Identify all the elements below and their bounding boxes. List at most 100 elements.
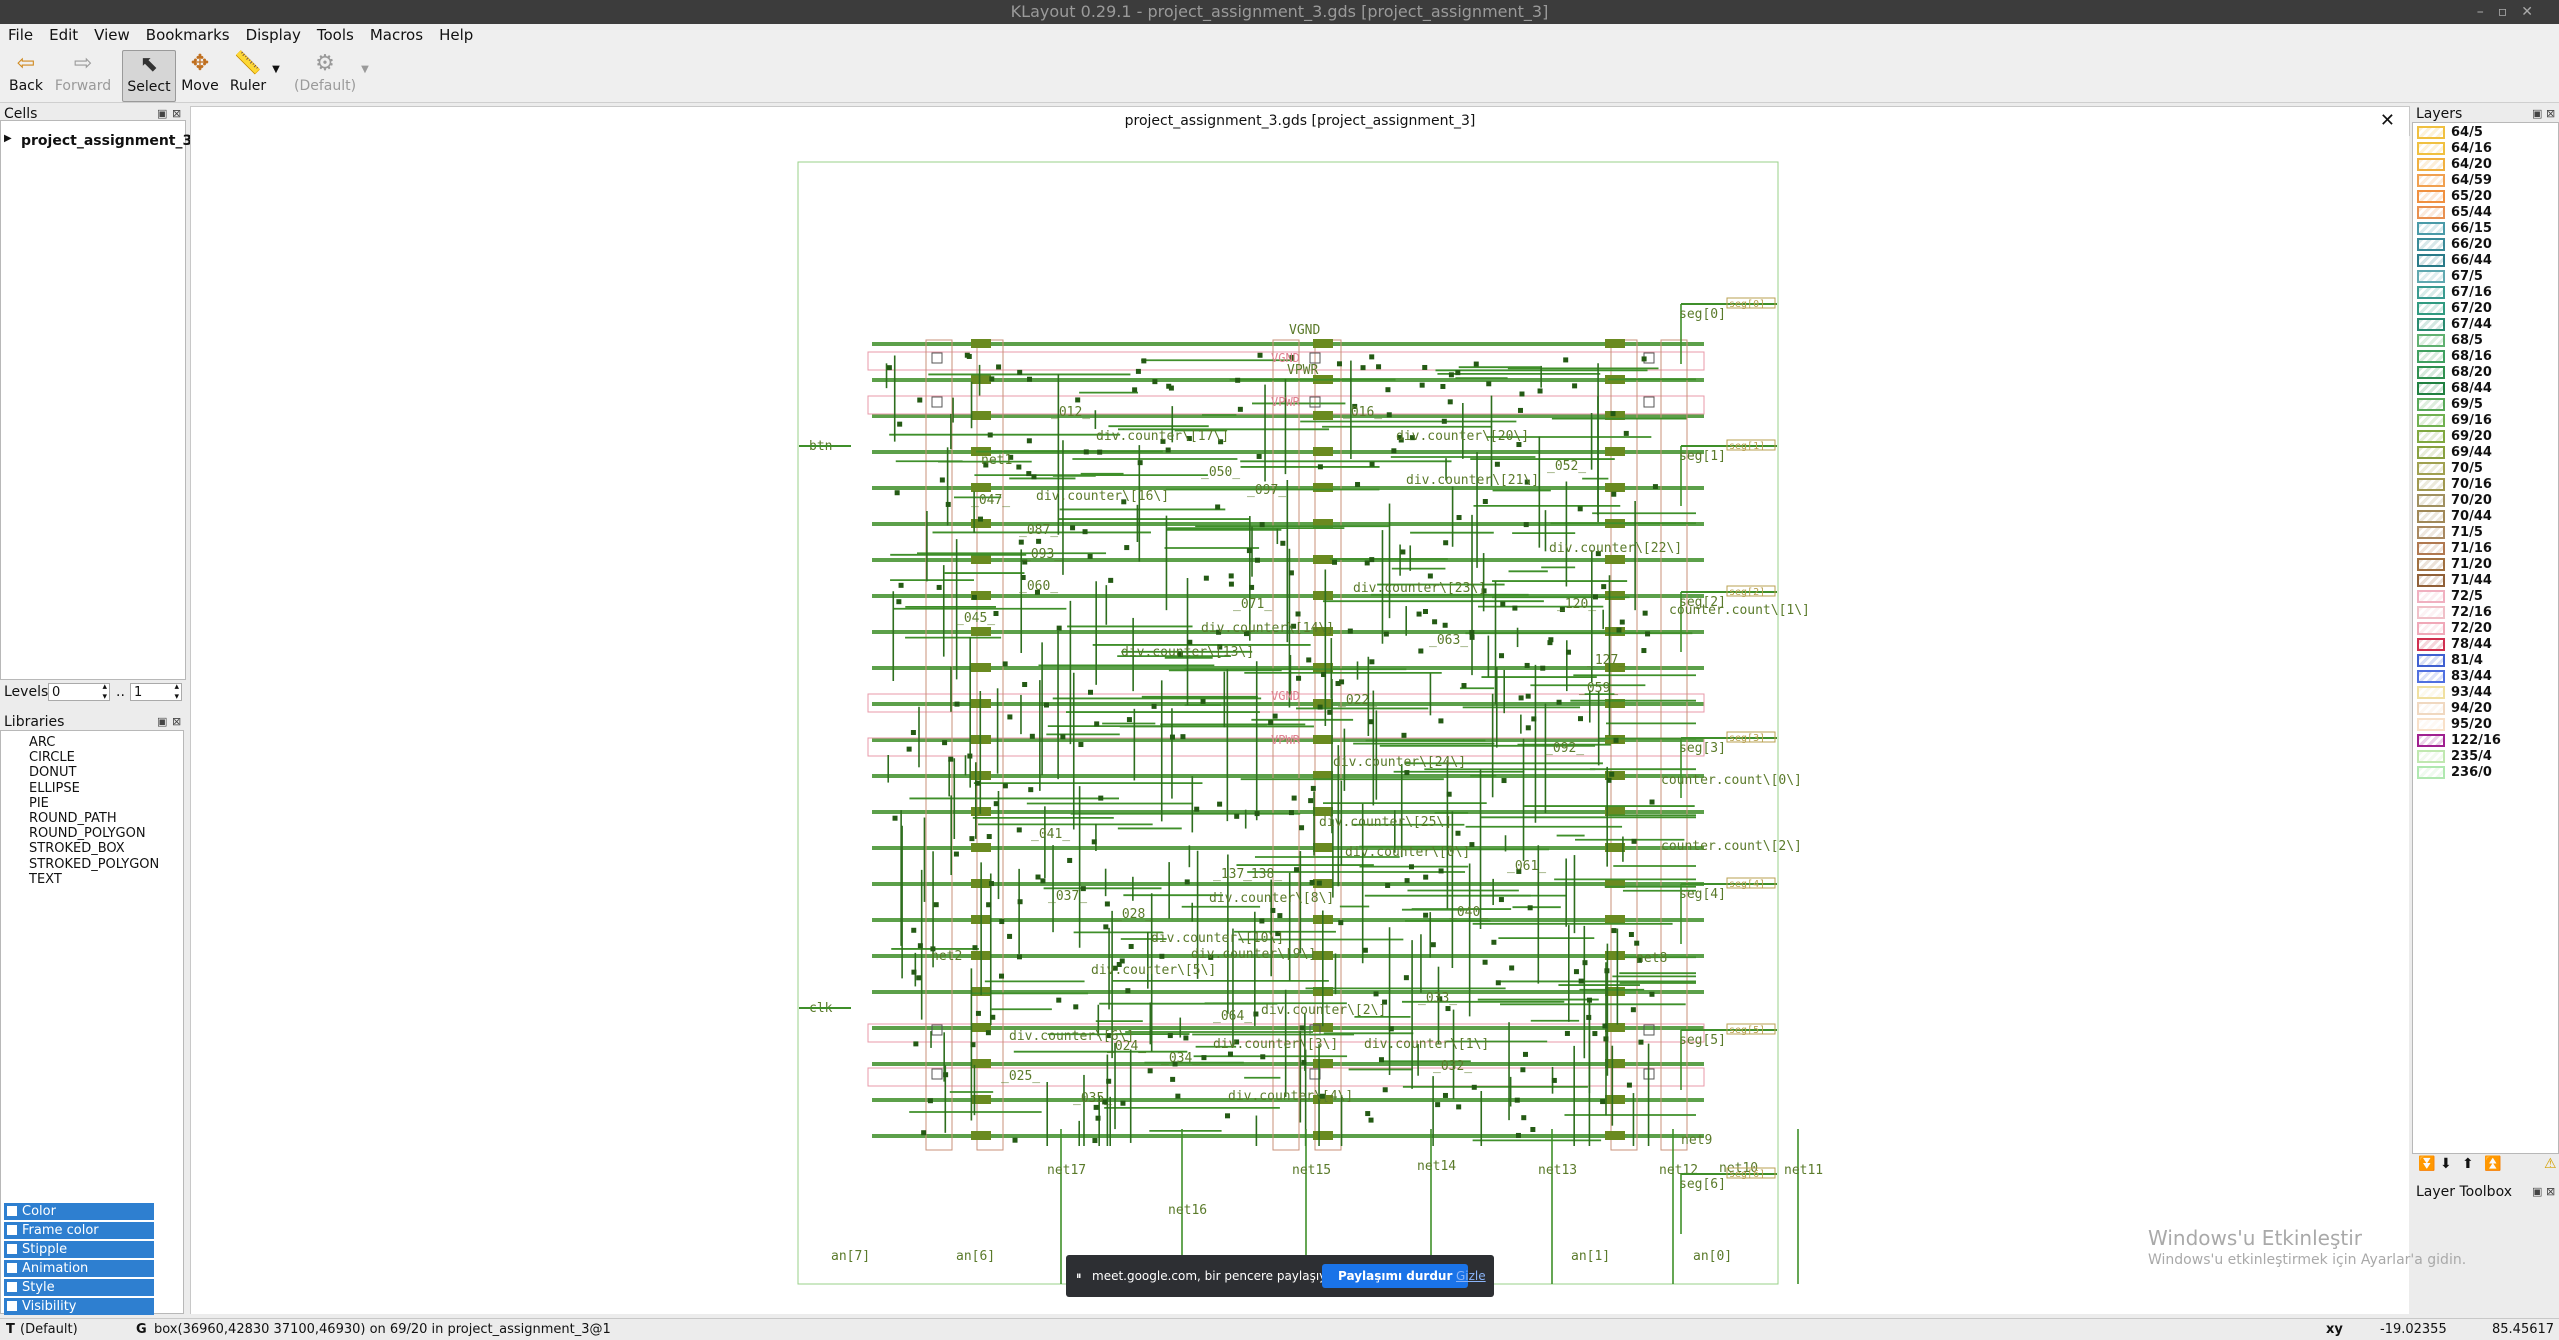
expand-arrow-icon[interactable]: ▶ xyxy=(4,133,12,144)
close-panel-icon[interactable]: ⊠ xyxy=(2546,1185,2555,1198)
layer-row[interactable]: 69/5 xyxy=(2417,397,2547,413)
layer-row[interactable]: 68/16 xyxy=(2417,349,2547,365)
menu-bookmarks[interactable]: Bookmarks xyxy=(138,24,238,46)
layer-row[interactable]: 71/20 xyxy=(2417,557,2547,573)
spinner-arrows-icon[interactable]: ▴ ▾ xyxy=(174,682,179,702)
close-panel-icon[interactable]: ⊠ xyxy=(172,715,181,728)
window-controls[interactable]: –▫✕ xyxy=(2477,0,2547,24)
layer-row[interactable]: 64/59 xyxy=(2417,173,2547,189)
cells-tree[interactable]: ▶ project_assignment_3 xyxy=(0,120,192,680)
back-button[interactable]: ⇦ Back xyxy=(2,50,50,100)
toolbox-style[interactable]: Style xyxy=(4,1279,154,1296)
move-up-icon[interactable]: ⏫ xyxy=(2484,1156,2501,1172)
float-panel-icon[interactable]: ▣ xyxy=(157,107,167,120)
levels-to-input[interactable]: 1 ▴ ▾ xyxy=(130,682,182,702)
layer-row[interactable]: 67/16 xyxy=(2417,285,2547,301)
library-item[interactable]: TEXT xyxy=(1,872,183,887)
via xyxy=(897,421,903,427)
layer-row[interactable]: 70/44 xyxy=(2417,509,2547,525)
layer-row[interactable]: 70/5 xyxy=(2417,461,2547,477)
layer-row[interactable]: 71/5 xyxy=(2417,525,2547,541)
layers-list[interactable]: 64/5 64/16 64/20 64/59 65/20 65/44 66/15 66/20 6… xyxy=(2412,122,2559,1154)
menu-file[interactable]: File xyxy=(0,24,41,46)
toolbox-frame-color[interactable]: Frame color xyxy=(4,1222,154,1239)
layer-row[interactable]: 72/16 xyxy=(2417,605,2547,621)
levels-from-input[interactable]: 0 ▴ ▾ xyxy=(48,682,110,702)
toolbox-animation[interactable]: Animation xyxy=(4,1260,154,1277)
toolbox-visibility[interactable]: Visibility xyxy=(4,1298,154,1315)
menu-tools[interactable]: Tools xyxy=(309,24,362,46)
layout-tab-header[interactable]: project_assignment_3.gds [project_assign… xyxy=(190,106,2410,136)
layer-row[interactable]: 68/44 xyxy=(2417,381,2547,397)
menu-help[interactable]: Help xyxy=(431,24,481,46)
move-down-icon[interactable]: ⏬ xyxy=(2418,1156,2435,1172)
spinner-arrows-icon[interactable]: ▴ ▾ xyxy=(102,682,107,702)
layer-row[interactable]: 67/20 xyxy=(2417,301,2547,317)
menu-edit[interactable]: Edit xyxy=(41,24,86,46)
layer-row[interactable]: 64/16 xyxy=(2417,141,2547,157)
warning-icon[interactable]: ⚠ xyxy=(2544,1156,2557,1172)
layer-row[interactable]: 72/5 xyxy=(2417,589,2547,605)
ruler-button[interactable]: 📏 Ruler xyxy=(224,50,272,100)
toolbox-stipple[interactable]: Stipple xyxy=(4,1241,154,1258)
layout-drawing[interactable]: VGNDVPWRVGNDVPWRVGNDVPWRnet17net16net15 n… xyxy=(191,134,2409,1314)
float-panel-icon[interactable]: ▣ xyxy=(157,715,167,728)
library-item[interactable]: ARC xyxy=(1,735,183,750)
layer-row[interactable]: 122/16 xyxy=(2417,733,2547,749)
layer-row[interactable]: 94/20 xyxy=(2417,701,2547,717)
move-bottom-icon[interactable]: ⬇ xyxy=(2440,1156,2452,1172)
menu-macros[interactable]: Macros xyxy=(362,24,431,46)
layer-row[interactable]: 68/20 xyxy=(2417,365,2547,381)
layer-row[interactable]: 71/44 xyxy=(2417,573,2547,589)
library-item[interactable]: STROKED_BOX xyxy=(1,841,183,856)
close-icon[interactable]: ✕ xyxy=(2380,107,2395,135)
float-panel-icon[interactable]: ▣ xyxy=(2532,107,2542,120)
layer-row[interactable]: 70/16 xyxy=(2417,477,2547,493)
layer-row[interactable]: 64/5 xyxy=(2417,125,2547,141)
layer-row[interactable]: 66/15 xyxy=(2417,221,2547,237)
layer-row[interactable]: 81/4 xyxy=(2417,653,2547,669)
layer-row[interactable]: 71/16 xyxy=(2417,541,2547,557)
layer-row[interactable]: 72/20 xyxy=(2417,621,2547,637)
library-item[interactable]: CIRCLE xyxy=(1,750,183,765)
menu-view[interactable]: View xyxy=(86,24,138,46)
layer-row[interactable]: 68/5 xyxy=(2417,333,2547,349)
layer-row[interactable]: 67/5 xyxy=(2417,269,2547,285)
move-button[interactable]: ✥ Move xyxy=(176,50,224,100)
move-top-icon[interactable]: ⬆ xyxy=(2462,1156,2474,1172)
layer-row[interactable]: 93/44 xyxy=(2417,685,2547,701)
layer-row[interactable]: 69/20 xyxy=(2417,429,2547,445)
select-button[interactable]: ⬉ Select xyxy=(122,50,176,102)
layer-row[interactable]: 67/44 xyxy=(2417,317,2547,333)
library-item[interactable]: ELLIPSE xyxy=(1,781,183,796)
library-item[interactable]: ROUND_POLYGON xyxy=(1,826,183,841)
library-item[interactable]: DONUT xyxy=(1,765,183,780)
close-panel-icon[interactable]: ⊠ xyxy=(2546,107,2555,120)
default-mode-button[interactable]: ⚙ (Default) xyxy=(294,50,356,100)
layer-row[interactable]: 66/44 xyxy=(2417,253,2547,269)
stop-sharing-button[interactable]: Paylaşımı durdur xyxy=(1322,1264,1469,1288)
layer-row[interactable]: 236/0 xyxy=(2417,765,2547,781)
layer-row[interactable]: 64/20 xyxy=(2417,157,2547,173)
library-item[interactable]: PIE xyxy=(1,796,183,811)
float-panel-icon[interactable]: ▣ xyxy=(2532,1185,2542,1198)
layer-row[interactable]: 70/20 xyxy=(2417,493,2547,509)
layer-row[interactable]: 65/44 xyxy=(2417,205,2547,221)
layer-row[interactable]: 83/44 xyxy=(2417,669,2547,685)
hide-link[interactable]: Gizle xyxy=(1456,1255,1486,1297)
layer-row[interactable]: 66/20 xyxy=(2417,237,2547,253)
layer-row[interactable]: 78/44 xyxy=(2417,637,2547,653)
layer-row[interactable]: 69/44 xyxy=(2417,445,2547,461)
library-item[interactable]: ROUND_PATH xyxy=(1,811,183,826)
layer-row[interactable]: 69/16 xyxy=(2417,413,2547,429)
layer-row[interactable]: 235/4 xyxy=(2417,749,2547,765)
library-item[interactable]: STROKED_POLYGON xyxy=(1,857,183,872)
toolbox-color[interactable]: Color xyxy=(4,1203,154,1220)
cell-item[interactable]: project_assignment_3 xyxy=(21,133,192,149)
layer-row[interactable]: 95/20 xyxy=(2417,717,2547,733)
layer-row[interactable]: 65/20 xyxy=(2417,189,2547,205)
forward-button[interactable]: ⇨ Forward xyxy=(54,50,112,100)
menu-display[interactable]: Display xyxy=(238,24,309,46)
close-panel-icon[interactable]: ⊠ xyxy=(172,107,181,120)
layout-canvas[interactable]: VGND VPWR VGND VPWR VGND VPWR net17 net16 net15 n… xyxy=(190,134,2409,1314)
